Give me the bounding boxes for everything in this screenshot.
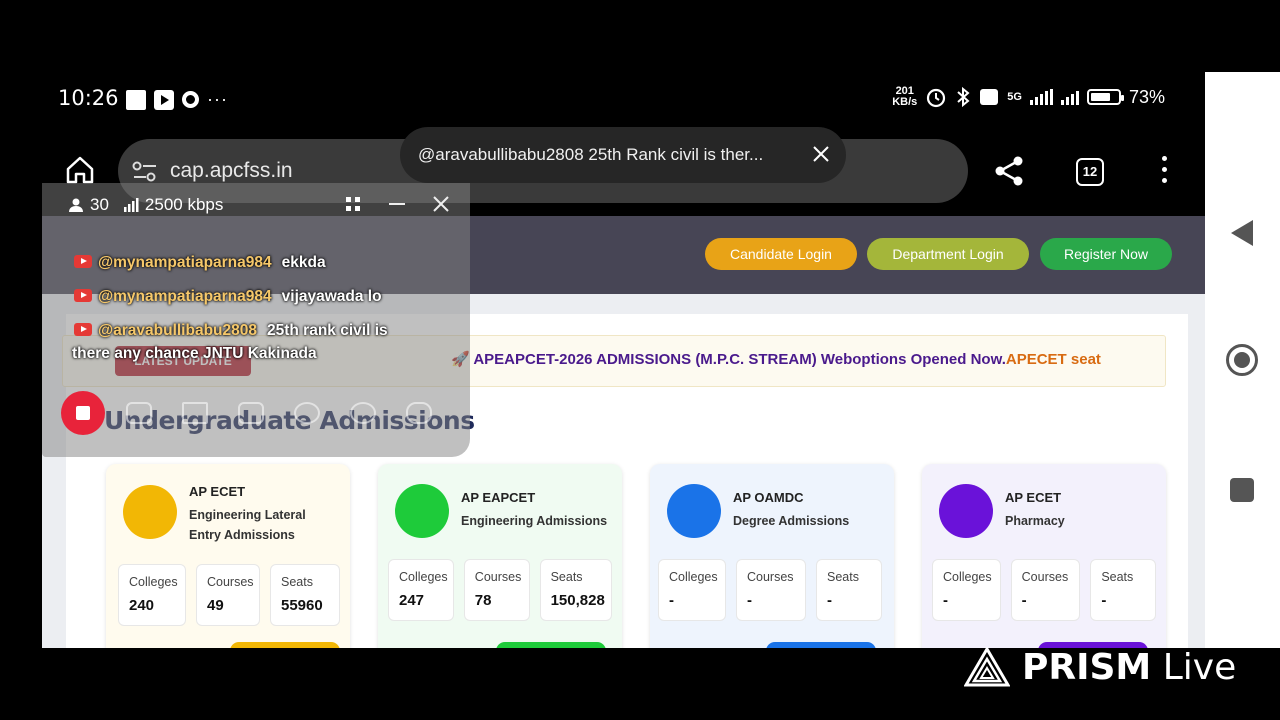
ticker-tail-text[interactable]: APECET seat: [1006, 351, 1101, 368]
colleges-stat: Colleges -: [658, 559, 726, 621]
program-name: AP ECET: [1005, 490, 1062, 505]
minimize-icon[interactable]: [388, 195, 406, 213]
engineer-icon: [123, 485, 177, 539]
department-login-button[interactable]: Department Login: [867, 238, 1029, 270]
youtube-icon: [74, 289, 92, 302]
graduation-cap-icon: [667, 484, 721, 538]
share-icon[interactable]: [992, 154, 1026, 188]
program-subtitle: Pharmacy: [1005, 514, 1065, 528]
program-name: AP OAMDC: [733, 490, 804, 505]
notes-icon: [126, 89, 146, 110]
candidate-login-button[interactable]: Candidate Login: [705, 238, 857, 270]
eye-icon[interactable]: [406, 402, 432, 424]
viewer-count: 30: [90, 195, 109, 214]
program-stats: Colleges - Courses - Seats -: [658, 559, 882, 621]
network-speed: 201 KB/s: [892, 85, 918, 108]
program-name: AP ECET: [189, 484, 246, 499]
mic-off-icon[interactable]: [294, 402, 320, 424]
colleges-stat: Colleges 247: [388, 559, 454, 621]
grid-icon[interactable]: [344, 195, 362, 213]
prism-live-watermark: PRISM Live: [964, 646, 1236, 688]
leaf-icon: [939, 484, 993, 538]
clock: 10:26: [58, 86, 119, 110]
signal-icon-2: [1060, 89, 1079, 105]
youtube-icon: [74, 255, 92, 268]
register-now-button[interactable]: Register Now: [1040, 238, 1172, 270]
colleges-stat: Colleges -: [932, 559, 1001, 621]
colleges-stat: Colleges 240: [118, 564, 186, 626]
chat-icon[interactable]: [126, 402, 152, 424]
watermark-suffix: Live: [1162, 646, 1237, 688]
gear-icon: [395, 484, 449, 538]
bitrate: 2500 kbps: [144, 195, 224, 214]
program-subtitle: Engineering Lateral: [189, 508, 306, 522]
toast-text: @aravabullibabu2808 25th Rank civil is t…: [418, 145, 764, 164]
more-notifications-icon: ···: [207, 89, 228, 109]
battery-percent: 73%: [1128, 86, 1165, 107]
program-stats: Colleges - Courses - Seats -: [932, 559, 1156, 621]
system-nav-bar: [1205, 72, 1280, 648]
brush-icon[interactable]: [350, 402, 376, 424]
courses-stat: Courses 49: [196, 564, 260, 626]
stop-recording-button[interactable]: [61, 391, 105, 435]
left-letterbox: [0, 0, 42, 720]
program-stats: Colleges 240 Courses 49 Seats 55960: [118, 564, 342, 626]
close-icon[interactable]: [432, 195, 450, 213]
volte-icon: [980, 89, 999, 105]
program-subtitle: Degree Admissions: [733, 514, 850, 528]
recents-icon[interactable]: [1230, 478, 1254, 502]
home-icon[interactable]: [64, 154, 96, 186]
alarm-icon: [927, 88, 946, 108]
tab-switcher-button[interactable]: 12: [1076, 158, 1104, 186]
courses-stat: Courses -: [1010, 559, 1081, 621]
youtube-icon: [74, 323, 92, 336]
seats-stat: Seats 55960: [270, 564, 340, 626]
program-name: AP EAPCET: [461, 490, 536, 505]
watermark-brand: PRISM: [1022, 646, 1152, 688]
chat-message: @mynampatiaparna984 ekkda: [74, 254, 326, 272]
camera-off-icon[interactable]: [238, 402, 264, 424]
home-circle-icon[interactable]: [1226, 344, 1258, 376]
site-settings-icon[interactable]: [132, 161, 158, 183]
back-icon[interactable]: [1231, 220, 1253, 246]
program-subtitle: Engineering Admissions: [461, 514, 608, 528]
overflow-menu-icon[interactable]: [1160, 156, 1168, 186]
bitrate-icon: [123, 198, 139, 212]
ticker-main-text[interactable]: APEAPCET-2026 ADMISSIONS (M.P.C. STREAM)…: [473, 351, 1006, 368]
viewer-icon: [69, 198, 83, 212]
chat-toast[interactable]: @aravabullibabu2808 25th Rank civil is t…: [400, 127, 846, 183]
courses-stat: Courses -: [736, 559, 806, 621]
prism-logo-icon: [964, 647, 1010, 687]
youtube-icon: [154, 89, 174, 110]
bluetooth-icon: [957, 86, 970, 108]
chat-message-continuation: there any chance JNTU Kakinada: [72, 345, 317, 362]
program-stats: Colleges 247 Courses 78 Seats 150,828: [388, 559, 612, 621]
signal-icon: [1029, 89, 1053, 105]
battery-icon: [1086, 89, 1124, 105]
screen-capture: 10:26 ··· 201 KB/s 5G 73% cap.apcfss.in …: [0, 0, 1280, 720]
courses-stat: Courses 78: [463, 559, 530, 621]
seats-stat: Seats -: [816, 559, 882, 621]
status-bar: 10:26 ··· 201 KB/s 5G 73%: [42, 72, 1205, 128]
chat-message: @mynampatiaparna984 vijayawada lo: [74, 288, 382, 306]
seats-stat: Seats -: [1090, 559, 1156, 621]
seats-stat: Seats 150,828: [539, 559, 612, 621]
program-subtitle-2: Entry Admissions: [189, 528, 295, 542]
equalizer-icon[interactable]: [182, 402, 208, 424]
close-icon[interactable]: [812, 145, 830, 163]
url-text[interactable]: cap.apcfss.in: [170, 159, 293, 183]
chat-message: @aravabullibabu2808 25th rank civil is: [74, 322, 388, 340]
app-notification-icon: [182, 91, 199, 108]
network-type: 5G: [1007, 91, 1022, 103]
